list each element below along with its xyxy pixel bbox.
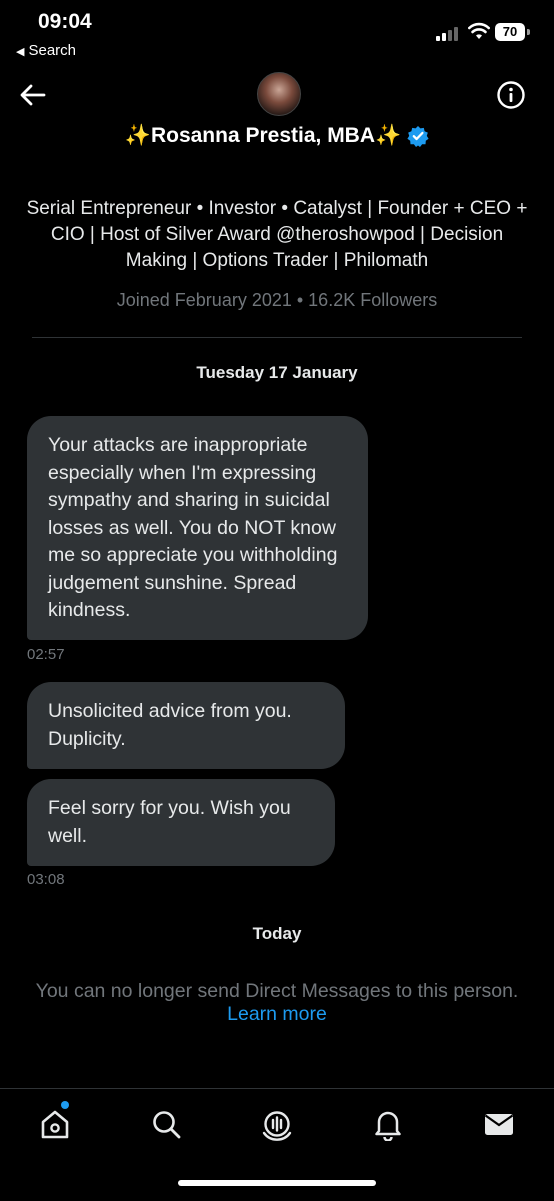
message-bubble[interactable]: Unsolicited advice from you. Duplicity. [27, 682, 345, 769]
date-separator: Tuesday 17 January [196, 363, 358, 382]
conversation-title[interactable]: ✨Rosanna Prestia, MBA✨ [0, 124, 554, 148]
messages-icon[interactable] [482, 1107, 516, 1141]
status-time: 09:04 [38, 10, 92, 33]
back-triangle-icon: ◀ [16, 46, 25, 58]
learn-more-link[interactable]: Learn more [0, 1003, 554, 1026]
back-app-label: Search [28, 42, 76, 59]
avatar[interactable] [257, 72, 301, 116]
notifications-icon[interactable] [371, 1107, 405, 1141]
message-timestamp: 03:08 [27, 871, 65, 888]
profile-bio: Serial Entrepreneur • Investor • Catalys… [26, 198, 528, 271]
home-notification-dot [61, 1101, 69, 1109]
contact-name: ✨Rosanna Prestia, MBA✨ [124, 124, 402, 147]
battery-tip [527, 29, 530, 35]
wifi-icon [468, 22, 490, 39]
battery-icon: 70 [495, 23, 525, 41]
date-separator-today: Today [252, 924, 302, 943]
conversation-header: ✨Rosanna Prestia, MBA✨ [0, 66, 554, 162]
dm-disabled-notice: You can no longer send Direct Messages t… [35, 980, 519, 1002]
home-icon[interactable] [38, 1107, 72, 1141]
message-bubble[interactable]: Feel sorry for you. Wish you well. [27, 779, 335, 866]
message-timestamp: 02:57 [27, 646, 65, 663]
spaces-icon[interactable] [260, 1107, 294, 1141]
info-icon[interactable] [496, 80, 526, 110]
status-bar: 09:04 ◀ Search 70 [0, 0, 554, 66]
search-icon[interactable] [149, 1107, 183, 1141]
divider [32, 337, 522, 338]
verified-badge-icon [407, 126, 429, 148]
profile-joined-followers: Joined February 2021 • 16.2K Followers [116, 290, 438, 310]
home-indicator [178, 1180, 376, 1186]
back-to-app[interactable]: ◀ Search [16, 42, 76, 59]
back-arrow-icon[interactable] [18, 80, 48, 110]
signal-icon [436, 27, 462, 41]
message-bubble[interactable]: Your attacks are inappropriate especiall… [27, 416, 368, 640]
